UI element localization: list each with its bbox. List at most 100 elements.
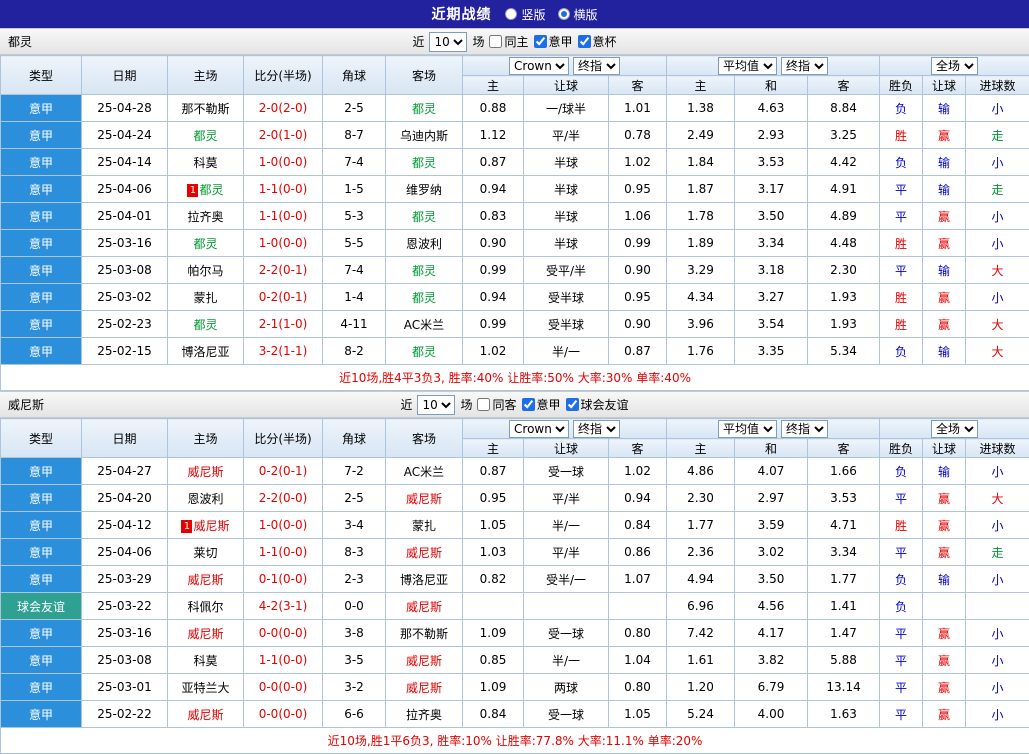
avg-home: 1.61 — [667, 647, 735, 674]
odds-handicap: 受一球 — [524, 458, 609, 485]
away-team-name: 威尼斯 — [406, 546, 442, 560]
league-cell: 意甲 — [1, 485, 82, 512]
result-handicap: 赢 — [923, 284, 966, 311]
column-header: 客场 — [386, 56, 463, 95]
away-team-name: 威尼斯 — [406, 600, 442, 614]
league-cell: 意甲 — [1, 539, 82, 566]
home-team-name: 威尼斯 — [187, 573, 223, 587]
avg-draw: 3.50 — [735, 566, 808, 593]
filter-checkbox-0[interactable]: 同主 — [489, 33, 528, 50]
odds-away: 0.90 — [609, 257, 667, 284]
bookmaker-select[interactable]: Crown — [509, 57, 569, 75]
date-cell: 25-03-16 — [82, 620, 168, 647]
avg-home: 1.84 — [667, 149, 735, 176]
league-cell: 意甲 — [1, 122, 82, 149]
avg-draw: 4.00 — [735, 701, 808, 728]
odds-stage-select[interactable]: 终指 — [573, 420, 620, 438]
home-team-cell: 威尼斯 — [168, 701, 244, 728]
odds-handicap: 半球 — [524, 149, 609, 176]
league-cell: 意甲 — [1, 95, 82, 122]
date-cell: 25-04-24 — [82, 122, 168, 149]
home-team-name: 帕尔马 — [187, 264, 223, 278]
odds-stage-select[interactable]: 终指 — [573, 57, 620, 75]
avg-type-select[interactable]: 平均值 — [718, 420, 777, 438]
checkbox-label: 意甲 — [549, 33, 573, 50]
checkbox-label: 同主 — [504, 33, 528, 50]
odds-home: 0.90 — [463, 230, 524, 257]
result-handicap: 输 — [923, 176, 966, 203]
league-cell: 意甲 — [1, 701, 82, 728]
match-count-select[interactable]: 10 — [429, 32, 467, 52]
odds-handicap: 平/半 — [524, 485, 609, 512]
result-handicap: 赢 — [923, 122, 966, 149]
date-cell: 25-04-06 — [82, 539, 168, 566]
avg-home: 1.89 — [667, 230, 735, 257]
layout-radio-1[interactable]: 横版 — [558, 6, 598, 23]
scope-select[interactable]: 全场 — [931, 420, 978, 438]
checkbox-input[interactable] — [566, 398, 579, 411]
checkbox-input[interactable] — [578, 35, 591, 48]
home-team-name: 威尼斯 — [187, 708, 223, 722]
away-team-name: AC米兰 — [404, 318, 444, 332]
avg-home: 4.34 — [667, 284, 735, 311]
odds-handicap: 受半/一 — [524, 566, 609, 593]
avg-away: 5.34 — [808, 338, 880, 365]
score-cell: 1-1(0-0) — [244, 176, 323, 203]
red-card-badge: 1 — [187, 184, 198, 197]
league-cell: 意甲 — [1, 284, 82, 311]
results-table-0: 类型日期主场比分(半场)角球客场Crown终指平均值终指全场主让球客主和客胜负让… — [0, 55, 1029, 391]
bookmaker-select[interactable]: Crown — [509, 420, 569, 438]
checkbox-input[interactable] — [534, 35, 547, 48]
score-cell: 1-0(0-0) — [244, 512, 323, 539]
away-team-name: 威尼斯 — [406, 492, 442, 506]
avg-type-select[interactable]: 平均值 — [718, 57, 777, 75]
home-team-cell: 蒙扎 — [168, 284, 244, 311]
result-goals: 小 — [966, 566, 1029, 593]
filter-checkbox-0[interactable]: 同客 — [477, 396, 516, 413]
match-count-select[interactable]: 10 — [417, 395, 455, 415]
odds-handicap: 半球 — [524, 176, 609, 203]
score-cell: 2-0(1-0) — [244, 122, 323, 149]
avg-home: 1.77 — [667, 512, 735, 539]
corners-cell: 3-4 — [323, 512, 386, 539]
score-cell: 2-2(0-1) — [244, 257, 323, 284]
filter-checkbox-1[interactable]: 意甲 — [534, 33, 573, 50]
league-cell: 意甲 — [1, 512, 82, 539]
odds-away: 0.86 — [609, 539, 667, 566]
layout-radio-0[interactable]: 竖版 — [505, 6, 545, 23]
checkbox-input[interactable] — [522, 398, 535, 411]
match-row: 意甲25-03-08科莫1-1(0-0)3-5威尼斯0.85半/一1.041.6… — [1, 647, 1029, 674]
date-cell: 25-04-01 — [82, 203, 168, 230]
result-group-header: 全场 — [880, 56, 1029, 76]
date-cell: 25-03-02 — [82, 284, 168, 311]
avg-stage-select[interactable]: 终指 — [781, 420, 828, 438]
home-team-name: 都灵 — [193, 318, 217, 332]
column-header: 日期 — [82, 419, 168, 458]
corners-cell: 0-0 — [323, 593, 386, 620]
score-cell: 0-0(0-0) — [244, 674, 323, 701]
score-cell: 0-1(0-0) — [244, 566, 323, 593]
filter-checkbox-2[interactable]: 球会友谊 — [566, 396, 629, 413]
avg-away: 2.30 — [808, 257, 880, 284]
filter-checkbox-2[interactable]: 意杯 — [578, 33, 617, 50]
score-cell: 2-1(1-0) — [244, 311, 323, 338]
odds-away: 1.06 — [609, 203, 667, 230]
away-team-name: 博洛尼亚 — [400, 573, 448, 587]
avg-away: 4.42 — [808, 149, 880, 176]
checkbox-label: 意甲 — [537, 396, 561, 413]
odds-away: 0.94 — [609, 485, 667, 512]
avg-home: 7.42 — [667, 620, 735, 647]
odds-away: 1.01 — [609, 95, 667, 122]
summary-text: 近10场,胜4平3负3, 胜率:40% 让胜率:50% 大率:30% 单率:40… — [1, 365, 1029, 391]
avg-stage-select[interactable]: 终指 — [781, 57, 828, 75]
score-cell: 1-1(0-0) — [244, 203, 323, 230]
result-outcome: 胜 — [880, 311, 923, 338]
scope-select[interactable]: 全场 — [931, 57, 978, 75]
home-team-name: 蒙扎 — [193, 291, 217, 305]
checkbox-input[interactable] — [489, 35, 502, 48]
away-team-cell: 都灵 — [386, 149, 463, 176]
corners-cell: 1-5 — [323, 176, 386, 203]
near-label: 近 — [400, 396, 412, 413]
filter-checkbox-1[interactable]: 意甲 — [522, 396, 561, 413]
checkbox-input[interactable] — [477, 398, 490, 411]
